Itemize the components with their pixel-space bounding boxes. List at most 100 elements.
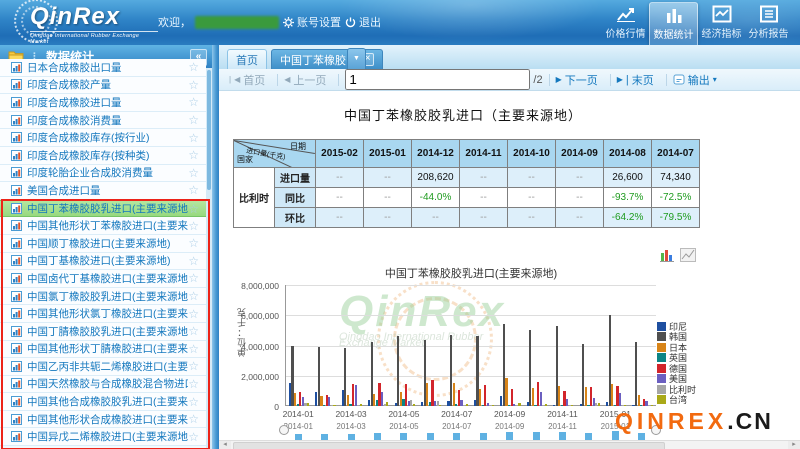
sidebar-item-label: 中国氯丁橡胶胶乳进口(主要来源地): [27, 289, 188, 304]
favorite-star-icon[interactable]: ☆: [188, 236, 199, 250]
mini-bar-chart-icon: [11, 414, 22, 425]
legend-swatch: [657, 322, 666, 331]
export-button[interactable]: 输出▾: [673, 72, 717, 88]
favorite-star-icon[interactable]: ☆: [188, 430, 199, 444]
chart-bar: [624, 405, 626, 407]
scroll-right-arrow[interactable]: ▸: [788, 441, 800, 449]
chart-bar: [386, 402, 388, 406]
favorite-star-icon[interactable]: ☆: [188, 412, 199, 426]
panel-splitter[interactable]: [212, 45, 219, 449]
tab-list-dropdown-button[interactable]: ▼: [347, 48, 366, 69]
favorite-star-icon[interactable]: ☆: [188, 219, 199, 233]
favorite-star-icon[interactable]: ☆: [188, 183, 199, 197]
sidebar-item[interactable]: 印度合成橡胶库存(按种类)☆: [0, 147, 206, 165]
chart-navigator[interactable]: 2014-012014-032014-052014-072014-092014-…: [285, 421, 655, 440]
navigator-left-handle[interactable]: [279, 425, 289, 435]
sidebar-item[interactable]: 美国合成进口量☆: [0, 182, 206, 200]
next-page-button[interactable]: ▶下一页: [556, 72, 598, 88]
nav-item-经济指标[interactable]: 经济指标: [698, 2, 745, 46]
pagination-toolbar: |◀首页 ◀上一页 /2 ▶下一页 ▶|末页 输出▾: [219, 69, 800, 91]
sidebar-item[interactable]: 中国丁基橡胶进口(主要来源地)☆: [0, 253, 206, 271]
chart-bar: [453, 383, 455, 406]
value-cell: --: [364, 188, 412, 208]
sidebar-item[interactable]: 中国异戊二烯橡胶进口(主要来源地)☆: [0, 428, 206, 446]
column-header: 2014-07: [652, 140, 700, 168]
sidebar-item[interactable]: 日本合成橡胶出口量☆: [0, 59, 206, 77]
sidebar-item[interactable]: 印度合成橡胶进口量☆: [0, 94, 206, 112]
sidebar-item[interactable]: 中国其他形状丁腈橡胶进口(主要来源地)☆: [0, 341, 206, 359]
sidebar-item[interactable]: 中国顺丁橡胶进口(主要来源地)☆: [0, 235, 206, 253]
chart-bar: [505, 378, 507, 406]
chart-bar: [466, 404, 468, 406]
chart-type-toolbar: [659, 248, 696, 262]
favorite-star-icon[interactable]: ☆: [188, 324, 199, 338]
sidebar-item[interactable]: 中国乙丙非共轭二烯橡胶进口(主要来源地)☆: [0, 358, 206, 376]
value-cell: -79.5%: [652, 208, 700, 228]
scrollbar-thumb[interactable]: [233, 442, 665, 449]
mini-bar-chart-icon: [11, 396, 22, 407]
chart-bar: [413, 404, 415, 406]
horizontal-scrollbar[interactable]: ◂ ▸: [219, 440, 800, 449]
favorite-star-icon[interactable]: ☆: [188, 95, 199, 109]
mini-bar-chart-icon: [11, 167, 22, 178]
favorite-star-icon[interactable]: ☆: [188, 131, 199, 145]
nav-item-数据统计[interactable]: 数据统计: [649, 2, 698, 46]
favorite-star-icon[interactable]: ☆: [188, 342, 199, 356]
sidebar-item[interactable]: 中国其他合成橡胶胶乳进口(主要来源地)☆: [0, 393, 206, 411]
favorite-star-icon[interactable]: ☆: [188, 271, 199, 285]
favorite-star-icon[interactable]: ☆: [188, 60, 199, 74]
x-tick-label: 2014-11: [541, 409, 585, 419]
sidebar-item-label: 中国其他合成橡胶胶乳进口(主要来源地): [27, 394, 188, 409]
scroll-left-arrow[interactable]: ◂: [219, 441, 231, 449]
value-cell: --: [316, 188, 364, 208]
favorite-star-icon[interactable]: ☆: [188, 307, 199, 321]
sidebar-item[interactable]: 中国丁腈橡胶胶乳进口(主要来源地)☆: [0, 323, 206, 341]
favorite-star-icon[interactable]: ☆: [188, 377, 199, 391]
nav-item-价格行情[interactable]: 价格行情: [602, 2, 649, 46]
mini-bar-chart-icon: [11, 378, 22, 389]
sidebar-item[interactable]: 中国其他形状氯丁橡胶进口(主要来源地)☆: [0, 305, 206, 323]
sidebar-item[interactable]: 中国卤代丁基橡胶进口(主要来源地)☆: [0, 270, 206, 288]
sidebar-item[interactable]: 印度合成橡胶产量☆: [0, 77, 206, 95]
footer-watermark: QINREX.CN: [615, 408, 773, 435]
last-page-button[interactable]: ▶|末页: [617, 72, 654, 88]
tab-home[interactable]: 首页: [227, 49, 267, 69]
sidebar-item[interactable]: 中国其他形状丁苯橡胶进口(主要来源地)☆: [0, 217, 206, 235]
page-number-input[interactable]: [345, 69, 530, 90]
sidebar-item[interactable]: 中国其他形状合成橡胶进口(主要来源地)☆: [0, 411, 206, 429]
favorite-star-icon[interactable]: ☆: [188, 202, 199, 216]
chart-bar: [518, 403, 520, 406]
first-page-button[interactable]: |◀首页: [229, 72, 265, 88]
prev-page-button[interactable]: ◀上一页: [284, 72, 326, 88]
column-header: 2014-08: [604, 140, 652, 168]
sidebar-item-label: 印度合成橡胶库存(按种类): [27, 148, 188, 163]
logout-link[interactable]: 退出: [345, 14, 381, 30]
sidebar-item[interactable]: 印度合成橡胶库存(按行业)☆: [0, 129, 206, 147]
favorite-star-icon[interactable]: ☆: [188, 78, 199, 92]
legend-swatch: [657, 343, 666, 352]
value-cell: --: [460, 168, 508, 188]
legend-item[interactable]: 台湾: [657, 395, 696, 405]
tab-active-report[interactable]: 中国丁苯橡胶... ×: [271, 49, 383, 69]
chart-bar: [540, 392, 542, 406]
favorite-star-icon[interactable]: ☆: [188, 166, 199, 180]
favorite-star-icon[interactable]: ☆: [188, 113, 199, 127]
favorite-star-icon[interactable]: ☆: [188, 289, 199, 303]
nav-item-分析报告[interactable]: 分析报告: [745, 2, 792, 46]
favorite-star-icon[interactable]: ☆: [188, 148, 199, 162]
y-tick-label: 4,000,000: [223, 342, 279, 352]
sidebar-item-label: 印度合成橡胶进口量: [27, 95, 188, 110]
sidebar-item[interactable]: 中国天然橡胶与合成橡胶混合物进口(主...☆: [0, 376, 206, 394]
sidebar-item[interactable]: 中国氯丁橡胶胶乳进口(主要来源地)☆: [0, 288, 206, 306]
legend-swatch: [657, 364, 666, 373]
favorite-star-icon[interactable]: ☆: [188, 359, 199, 373]
x-tick-label: 2014-09: [488, 409, 532, 419]
line-chart-toggle-icon[interactable]: [680, 248, 696, 262]
bar-chart-toggle-icon[interactable]: [659, 248, 675, 262]
account-settings-link[interactable]: 账号设置: [283, 14, 341, 30]
sidebar-item[interactable]: 印度轮胎企业合成胶消费量☆: [0, 165, 206, 183]
favorite-star-icon[interactable]: ☆: [188, 254, 199, 268]
favorite-star-icon[interactable]: ☆: [188, 395, 199, 409]
sidebar-item[interactable]: 印度合成橡胶消费量☆: [0, 112, 206, 130]
sidebar-item[interactable]: 中国丁苯橡胶胶乳进口(主要来源地)☆: [0, 200, 206, 218]
